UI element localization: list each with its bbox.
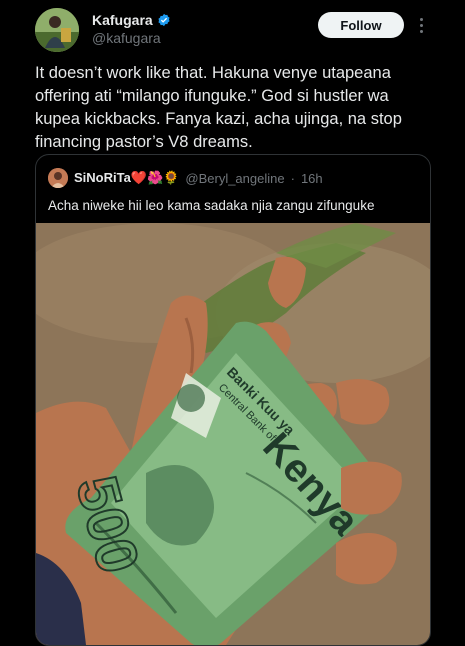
tweet-text: It doesn’t work like that. Hakuna venye … xyxy=(35,62,430,154)
more-dot xyxy=(419,17,423,21)
quoted-author-handle[interactable]: @Beryl_angeline xyxy=(185,171,284,186)
verified-badge-icon xyxy=(158,13,170,27)
quoted-tweet-card[interactable]: SiNoRiTa❤️🌺🌻 @Beryl_angeline · 16h Acha … xyxy=(35,154,431,646)
quoted-tweet-header: SiNoRiTa❤️🌺🌻 @Beryl_angeline · 16h xyxy=(48,168,323,188)
more-dot xyxy=(419,29,423,33)
author-handle[interactable]: @kafugara xyxy=(92,30,161,46)
author-avatar[interactable] xyxy=(35,8,79,52)
author-name-text: Kafugara xyxy=(92,12,153,28)
quoted-separator: · xyxy=(290,170,295,186)
quoted-author-name[interactable]: SiNoRiTa❤️🌺🌻 xyxy=(74,170,179,186)
tweet-line: kupea kickbacks. Fanya kazi, acha ujinga… xyxy=(35,110,402,128)
quoted-author-avatar[interactable] xyxy=(48,168,68,188)
author-name[interactable]: Kafugara xyxy=(92,12,171,28)
follow-button[interactable]: Follow xyxy=(318,12,404,38)
tweet-line: financing pastor’s V8 dreams. xyxy=(35,133,253,151)
quoted-media-image[interactable]: Banki Kuu ya Central Bank of Kenya 500 xyxy=(36,223,430,645)
more-options-icon[interactable] xyxy=(415,14,427,36)
tweet-line: It doesn’t work like that. Hakuna venye … xyxy=(35,64,391,82)
more-dot xyxy=(419,23,423,27)
quoted-timestamp[interactable]: 16h xyxy=(301,171,323,186)
quoted-tweet-text: Acha niweke hii leo kama sadaka njia zan… xyxy=(48,198,375,213)
tweet-line: offering ati “milango ifunguke.” God si … xyxy=(35,87,389,105)
